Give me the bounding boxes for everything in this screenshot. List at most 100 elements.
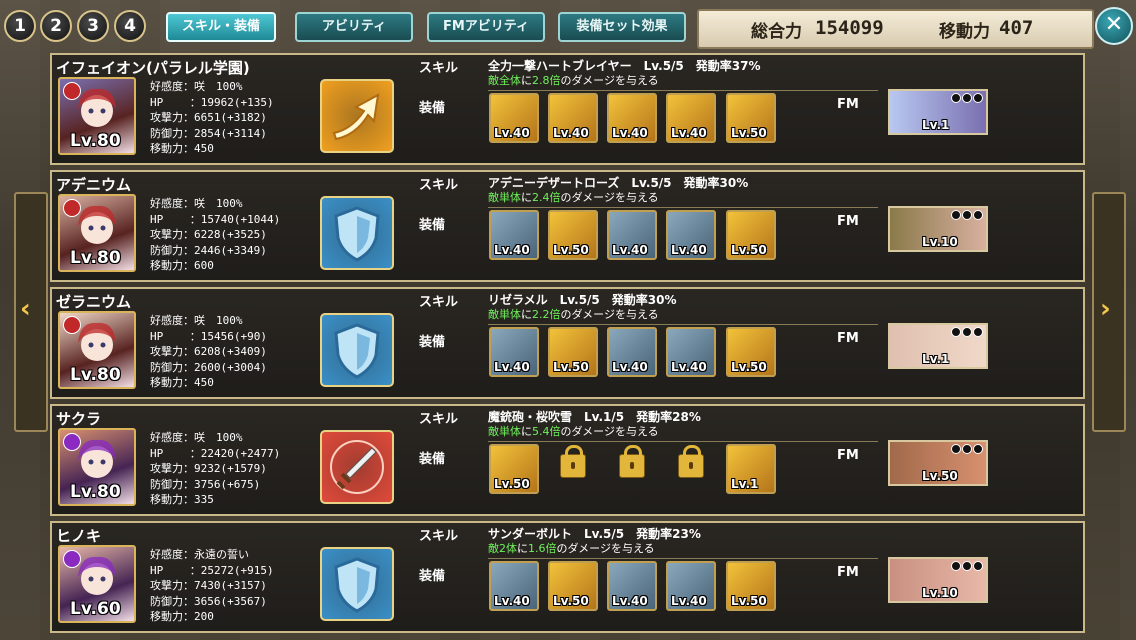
equip-level: Lv.40 bbox=[671, 243, 707, 257]
prev-arrow-button[interactable]: ‹ bbox=[14, 192, 48, 432]
hp-value: 19962(+135) bbox=[200, 95, 274, 109]
equip-level: Lv.50 bbox=[553, 360, 589, 374]
fm-card[interactable]: Lv.10 bbox=[888, 557, 988, 603]
equip-slot[interactable]: Lv.40 bbox=[548, 93, 598, 143]
equip-slot[interactable]: Lv.50 bbox=[489, 444, 539, 494]
character-row[interactable]: ゼラニウム Lv.80 好感度：咲 100% HP ：15456(+90) 攻撃… bbox=[50, 287, 1085, 399]
equip-slot[interactable]: Lv.40 bbox=[489, 327, 539, 377]
equip-label: 装備 bbox=[419, 218, 446, 233]
atk-value: 9232(+1579) bbox=[194, 462, 267, 475]
equip-slot[interactable]: Lv.40 bbox=[489, 561, 539, 611]
atk-value: 6208(+3409) bbox=[194, 345, 267, 358]
tab-fm-ability[interactable]: FMアビリティ bbox=[427, 12, 545, 42]
equip-slot[interactable]: Lv.40 bbox=[489, 210, 539, 260]
fm-rank-dots bbox=[950, 561, 983, 574]
character-row[interactable]: アデニウム Lv.80 好感度：咲 100% HP ：15740(+1044) … bbox=[50, 170, 1085, 282]
equip-level: Lv.40 bbox=[494, 126, 530, 140]
skill-label: スキル bbox=[419, 61, 459, 76]
party-3-button[interactable]: 3 bbox=[77, 10, 109, 42]
character-row[interactable]: サクラ Lv.80 好感度：咲 100% HP ：22420(+2477) 攻撃… bbox=[50, 404, 1085, 516]
equip-slot[interactable]: Lv.40 bbox=[607, 93, 657, 143]
fm-card[interactable]: Lv.1 bbox=[888, 323, 988, 369]
equip-slot[interactable]: Lv.50 bbox=[726, 93, 776, 143]
equip-label: 装備 bbox=[419, 569, 446, 584]
party-2-button[interactable]: 2 bbox=[40, 10, 72, 42]
equip-slot[interactable]: Lv.40 bbox=[607, 327, 657, 377]
fm-level: Lv.50 bbox=[922, 469, 958, 483]
equip-slot[interactable]: Lv.40 bbox=[666, 210, 716, 260]
equip-slot-locked[interactable] bbox=[607, 444, 657, 494]
lock-icon bbox=[619, 445, 645, 478]
equip-slot[interactable]: Lv.40 bbox=[607, 210, 657, 260]
fm-rank-dots bbox=[950, 327, 983, 340]
equip-slot[interactable]: Lv.50 bbox=[726, 327, 776, 377]
fm-card[interactable]: Lv.10 bbox=[888, 206, 988, 252]
equip-slot-locked[interactable] bbox=[548, 444, 598, 494]
character-portrait[interactable]: Lv.80 bbox=[58, 428, 136, 506]
arrow-up-icon[interactable] bbox=[320, 79, 394, 153]
move-power-value: 407 bbox=[999, 17, 1034, 39]
def-value: 3756(+675) bbox=[194, 477, 261, 491]
atk-value: 7430(+3157) bbox=[194, 579, 267, 592]
shield-icon[interactable] bbox=[320, 196, 394, 270]
fm-card[interactable]: Lv.1 bbox=[888, 89, 988, 135]
equip-level: Lv.40 bbox=[671, 126, 707, 140]
fm-level: Lv.1 bbox=[922, 118, 950, 132]
character-name: ヒノキ bbox=[56, 527, 102, 545]
fm-rank-dots bbox=[950, 444, 983, 457]
character-portrait[interactable]: Lv.80 bbox=[58, 194, 136, 272]
equip-slot-locked[interactable] bbox=[666, 444, 716, 494]
equip-level: Lv.40 bbox=[671, 360, 707, 374]
character-level: Lv.60 bbox=[70, 599, 121, 619]
equip-slot[interactable]: Lv.40 bbox=[666, 93, 716, 143]
character-portrait[interactable]: Lv.80 bbox=[58, 77, 136, 155]
equip-level: Lv.1 bbox=[731, 477, 759, 491]
equip-slot[interactable]: Lv.50 bbox=[726, 561, 776, 611]
character-row[interactable]: イフェイオン(パラレル学園) Lv.80 好感度：咲 100% HP ：1996… bbox=[50, 53, 1085, 165]
chevron-right-icon: › bbox=[1100, 294, 1111, 324]
shield-icon[interactable] bbox=[320, 313, 394, 387]
equip-level: Lv.50 bbox=[731, 243, 767, 257]
affection-value: 咲 100% bbox=[194, 80, 243, 93]
hp-value: 22420(+2477) bbox=[200, 446, 281, 460]
close-button[interactable]: ✕ bbox=[1095, 7, 1133, 45]
hp-value: 15740(+1044) bbox=[200, 212, 281, 226]
character-portrait[interactable]: Lv.60 bbox=[58, 545, 136, 623]
fm-level: Lv.1 bbox=[922, 352, 950, 366]
affection-value: 咲 100% bbox=[194, 431, 243, 444]
equip-slot[interactable]: Lv.40 bbox=[607, 561, 657, 611]
skill-description: 敵全体に2.8倍のダメージを与える bbox=[488, 74, 659, 87]
tab-ability[interactable]: アビリティ bbox=[295, 12, 413, 42]
fm-card[interactable]: Lv.50 bbox=[888, 440, 988, 486]
element-icon bbox=[63, 199, 81, 217]
character-row[interactable]: ヒノキ Lv.60 好感度：永遠の誓い HP ：25272(+915) 攻撃力：… bbox=[50, 521, 1085, 633]
character-name: アデニウム bbox=[56, 176, 132, 194]
fm-level: Lv.10 bbox=[922, 235, 958, 249]
element-icon bbox=[63, 316, 81, 334]
equip-slot[interactable]: Lv.50 bbox=[726, 210, 776, 260]
equip-slot[interactable]: Lv.40 bbox=[489, 93, 539, 143]
equip-slot[interactable]: Lv.1 bbox=[726, 444, 776, 494]
equip-slot[interactable]: Lv.50 bbox=[548, 561, 598, 611]
affection-value: 咲 100% bbox=[194, 314, 243, 327]
equip-slot[interactable]: Lv.40 bbox=[666, 327, 716, 377]
shield-icon[interactable] bbox=[320, 547, 394, 621]
party-1-button[interactable]: 1 bbox=[4, 10, 36, 42]
fm-label: FM bbox=[837, 214, 859, 229]
chevron-left-icon: ‹ bbox=[20, 294, 31, 324]
character-level: Lv.80 bbox=[70, 248, 121, 268]
tab-equip-set[interactable]: 装備セット効果 bbox=[558, 12, 686, 42]
element-icon bbox=[63, 82, 81, 100]
tab-skill-equip[interactable]: スキル・装備 bbox=[166, 12, 276, 42]
equip-slot[interactable]: Lv.50 bbox=[548, 327, 598, 377]
equip-slot[interactable]: Lv.50 bbox=[548, 210, 598, 260]
next-arrow-button[interactable]: › bbox=[1092, 192, 1126, 432]
character-portrait[interactable]: Lv.80 bbox=[58, 311, 136, 389]
equip-level: Lv.50 bbox=[731, 360, 767, 374]
def-value: 2854(+3114) bbox=[194, 126, 267, 140]
equip-level: Lv.50 bbox=[553, 243, 589, 257]
party-4-button[interactable]: 4 bbox=[114, 10, 146, 42]
sword-icon[interactable] bbox=[320, 430, 394, 504]
character-name: イフェイオン(パラレル学園) bbox=[56, 59, 250, 77]
equip-slot[interactable]: Lv.40 bbox=[666, 561, 716, 611]
